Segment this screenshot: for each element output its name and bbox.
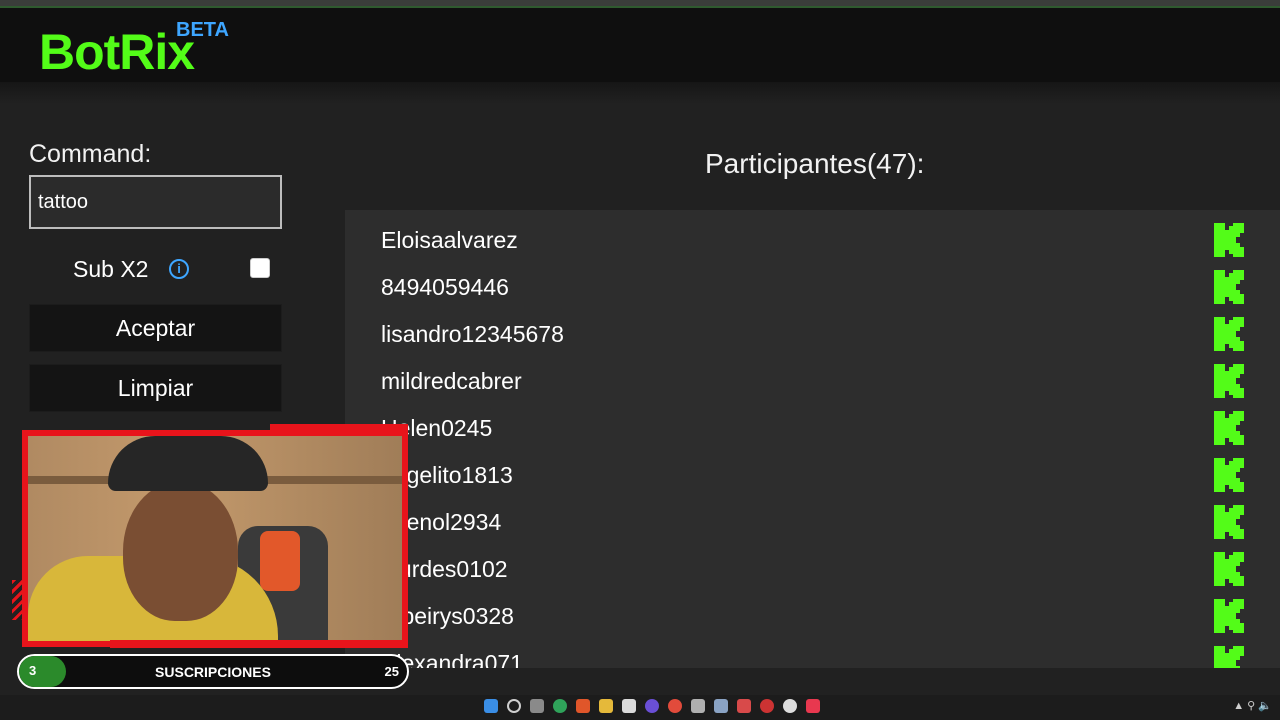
participants-list[interactable]: Eloisaalvarez 8494059446 lisandro1234567…: [345, 210, 1280, 668]
command-input[interactable]: [29, 175, 282, 229]
task-view-icon[interactable]: [530, 699, 544, 713]
app-icon[interactable]: [760, 699, 774, 713]
kick-logo-icon: [1214, 317, 1244, 351]
list-item[interactable]: angelito1813: [345, 449, 1280, 496]
participant-name: lisandro12345678: [381, 321, 564, 347]
search-icon[interactable]: [507, 699, 521, 713]
subscriptions-label: SUSCRIPCIONES: [155, 664, 271, 680]
app-header: BotRix BETA: [0, 8, 1280, 82]
kick-logo-icon: [1214, 552, 1244, 586]
list-item[interactable]: lourdes0102: [345, 543, 1280, 590]
participant-name: Eloisaalvarez: [381, 227, 518, 253]
app-logo[interactable]: BotRix: [39, 22, 195, 82]
participant-name: 8494059446: [381, 274, 509, 300]
sub-x2-checkbox[interactable]: [250, 258, 270, 278]
browser-top-strip: [0, 0, 1280, 8]
chrome-icon[interactable]: [668, 699, 682, 713]
beta-badge: BETA: [176, 19, 229, 41]
list-item[interactable]: 8494059446: [345, 261, 1280, 308]
windows-start-icon[interactable]: [484, 699, 498, 713]
kick-logo-icon: [1214, 223, 1244, 257]
webcam-overlay: [22, 430, 408, 647]
list-item[interactable]: robeirys0328: [345, 590, 1280, 637]
webcam-streamer-face: [123, 481, 238, 621]
info-icon[interactable]: i: [169, 259, 189, 279]
brave-browser-icon[interactable]: [576, 699, 590, 713]
list-item[interactable]: Helen0245: [345, 402, 1280, 449]
app-icon[interactable]: [645, 699, 659, 713]
webcam-streamer-cap: [108, 436, 268, 491]
webcam-chair-accent: [260, 531, 300, 591]
kick-logo-icon: [1214, 458, 1244, 492]
kick-logo-icon: [1214, 270, 1244, 304]
command-label: Command:: [29, 140, 152, 168]
app-icon[interactable]: [737, 699, 751, 713]
subscriptions-goal: 25: [384, 664, 399, 679]
list-item[interactable]: Eloisaalvarez: [345, 214, 1280, 261]
kick-logo-icon: [1214, 646, 1244, 668]
accept-button[interactable]: Aceptar: [29, 304, 282, 352]
clear-button[interactable]: Limpiar: [29, 364, 282, 412]
app-icon[interactable]: [806, 699, 820, 713]
list-item[interactable]: lisandro12345678: [345, 308, 1280, 355]
webcam-frame-bottom: [110, 640, 408, 648]
file-explorer-icon[interactable]: [599, 699, 613, 713]
app-icon[interactable]: [691, 699, 705, 713]
header-shadow: [0, 82, 1280, 104]
calendar-icon[interactable]: [622, 699, 636, 713]
sub-x2-label: Sub X2: [73, 256, 149, 282]
taskbar: ▲ ⚲ 🔈: [0, 695, 1280, 720]
system-tray[interactable]: ▲ ⚲ 🔈: [1233, 699, 1272, 712]
app-icon[interactable]: [714, 699, 728, 713]
list-item[interactable]: Alexandra071: [345, 637, 1280, 668]
kick-logo-icon: [1214, 505, 1244, 539]
participants-title: Participantes(47):: [705, 148, 925, 179]
media-player-icon[interactable]: [783, 699, 797, 713]
decorative-stripes: [12, 580, 24, 620]
sub-x2-row: Sub X2 i: [29, 250, 282, 288]
list-item[interactable]: anenol2934: [345, 496, 1280, 543]
kick-logo-icon: [1214, 599, 1244, 633]
kick-logo-icon: [1214, 411, 1244, 445]
participant-name: mildredcabrer: [381, 368, 522, 394]
subscriptions-goal-bar: 3 SUSCRIPCIONES 25: [17, 654, 409, 689]
kick-logo-icon: [1214, 364, 1244, 398]
edge-browser-icon[interactable]: [553, 699, 567, 713]
list-item[interactable]: mildredcabrer: [345, 355, 1280, 402]
